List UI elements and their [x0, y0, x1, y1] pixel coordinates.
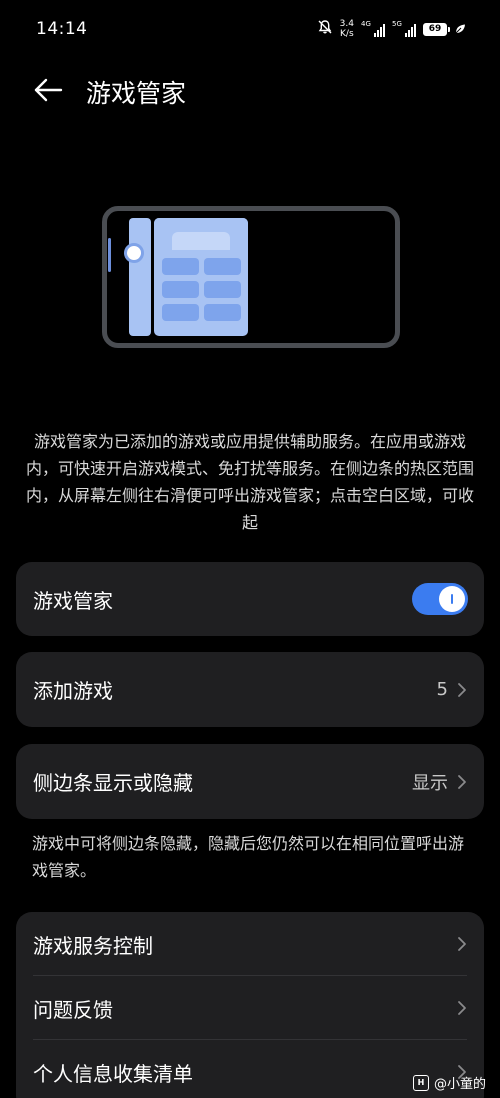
- signal-icon: 4G: [361, 21, 385, 37]
- list-item[interactable]: 问题反馈: [16, 976, 484, 1040]
- chevron-right-icon: [456, 935, 468, 953]
- panel-tile: [204, 304, 241, 321]
- net-speed-unit: K/s: [340, 29, 354, 39]
- arrow-left-icon: [34, 78, 63, 102]
- add-games-card: 添加游戏 5: [16, 652, 484, 727]
- bell-mute-icon: [317, 19, 333, 39]
- panel-tile: [162, 304, 199, 321]
- game-panel: [154, 218, 248, 336]
- add-games-label: 添加游戏: [33, 679, 113, 703]
- panel-tile: [162, 281, 199, 298]
- add-games-row[interactable]: 添加游戏 5: [16, 652, 484, 727]
- watermark: H @小童的: [412, 1073, 486, 1092]
- back-button[interactable]: [30, 74, 66, 106]
- services-card: 游戏服务控制 问题反馈 个人信息收集清单: [16, 912, 484, 1098]
- status-icons: 3.4 K/s 4G 5G 69: [317, 16, 466, 42]
- page-header: 游戏管家: [0, 60, 500, 120]
- chevron-right-icon: [456, 999, 468, 1017]
- toggle-knob: [439, 586, 465, 612]
- sidebar-hint: 游戏中可将侧边条隐藏，隐藏后您仍然可以在相同位置呼出游戏管家。: [32, 834, 465, 880]
- sidebar-visibility-card: 侧边条显示或隐藏 显示: [16, 744, 484, 819]
- status-time: 14:14: [36, 19, 88, 39]
- panel-tile: [204, 281, 241, 298]
- page-title: 游戏管家: [86, 79, 187, 108]
- sidebar-hotzone: [108, 238, 111, 272]
- battery-icon: 69: [423, 22, 450, 36]
- sidebar-illustration: [102, 206, 400, 348]
- status-bar: 14:14 3.4 K/s 4G 5G 69: [0, 0, 500, 58]
- leaf-icon: [454, 20, 466, 39]
- net-speed-value: 3.4: [339, 19, 354, 29]
- sidebar-visibility-label: 侧边条显示或隐藏: [33, 771, 193, 795]
- chevron-right-icon: [456, 773, 468, 791]
- feature-description: 游戏管家为已添加的游戏或应用提供辅助服务。在应用或游戏内，可快速开启游戏模式、免…: [26, 432, 475, 532]
- sidebar-handle: [124, 243, 144, 263]
- sidebar-visibility-row[interactable]: 侧边条显示或隐藏 显示: [16, 744, 484, 819]
- watermark-text: @小童的: [433, 1077, 486, 1092]
- signal-generation-label: 5G: [392, 20, 402, 28]
- sidebar-strip: [129, 218, 151, 336]
- panel-tile: [162, 258, 199, 275]
- list-item[interactable]: 游戏服务控制: [16, 912, 484, 976]
- game-manager-label: 游戏管家: [33, 588, 113, 613]
- chevron-right-icon: [456, 681, 468, 699]
- game-manager-row: 游戏管家: [16, 562, 484, 636]
- signal-generation-label: 4G: [361, 20, 371, 28]
- watermark-logo-icon: H: [412, 1074, 429, 1091]
- game-service-control-label: 游戏服务控制: [33, 933, 153, 958]
- game-manager-toggle[interactable]: [412, 583, 468, 615]
- panel-tile: [204, 258, 241, 275]
- net-speed: 3.4 K/s: [340, 19, 354, 39]
- games-count: 5: [436, 679, 448, 700]
- feedback-label: 问题反馈: [33, 997, 113, 1022]
- signal-icon: 5G: [392, 21, 416, 37]
- sidebar-visibility-value: 显示: [412, 772, 448, 794]
- personal-info-list-label: 个人信息收集清单: [33, 1061, 193, 1086]
- game-manager-card: 游戏管家: [16, 562, 484, 636]
